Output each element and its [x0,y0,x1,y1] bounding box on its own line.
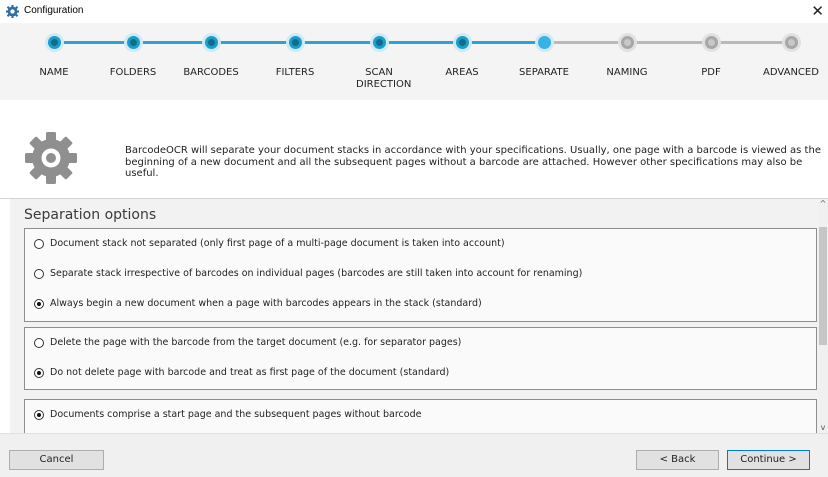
close-icon[interactable]: ✕ [811,2,824,20]
description-text: BarcodeOCR will separate your document s… [125,145,821,179]
option-no-separation[interactable]: Document stack not separated (only first… [34,238,505,249]
separation-mode-group: Document stack not separated (only first… [24,228,817,322]
option-label: Always begin a new document when a page … [50,298,482,309]
step-label: SEPARATE [519,67,569,78]
step-label: BARCODES [183,67,239,78]
option-label: Delete the page with the barcode from th… [50,337,462,348]
title-bar: Configuration ✕ [0,0,828,23]
gear-icon [25,132,77,184]
option-delete-barcode-page[interactable]: Delete the page with the barcode from th… [34,337,461,348]
scroll-thumb[interactable] [819,227,827,345]
step-dot [202,33,221,52]
step-label: NAMING [606,67,648,78]
option-separate-irrespective[interactable]: Separate stack irrespective of barcodes … [34,268,582,279]
step-dot [370,33,389,52]
radio-button-selected[interactable] [34,409,44,420]
separation-options-panel: Separation options Document stack not se… [10,199,818,433]
option-label: Do not delete page with barcode and trea… [50,367,450,378]
step-label: NAME [39,67,69,78]
step-dot [124,33,143,52]
step-label: FILTERS [275,67,315,78]
window-title: Configuration [24,5,84,16]
document-structure-group: Documents comprise a start page and the … [24,399,817,433]
step-dot [45,33,64,52]
barcode-page-group: Delete the page with the barcode from th… [24,327,817,390]
option-label: Document stack not separated (only first… [50,238,505,249]
gear-icon [6,5,19,18]
option-keep-barcode-page[interactable]: Do not delete page with barcode and trea… [34,367,449,378]
vertical-scrollbar[interactable]: ^ v [818,199,828,433]
radio-button-selected[interactable] [34,298,44,309]
option-new-document-on-barcode[interactable]: Always begin a new document when a page … [34,298,482,309]
step-label: SCAN DIRECTION [356,67,412,90]
continue-button[interactable]: Continue > [727,450,810,470]
footer-bar: Cancel < Back Continue > [0,433,828,477]
step-label: ADVANCED [763,67,819,78]
cancel-button[interactable]: Cancel [9,450,104,470]
step-label: FOLDERS [109,67,157,78]
step-label: PDF [701,67,721,78]
radio-button[interactable] [34,268,44,279]
step-dot [286,33,305,52]
progress-track-remaining [544,41,793,44]
step-dot [782,33,801,52]
scroll-up-icon[interactable]: ^ [818,199,828,209]
radio-button-selected[interactable] [34,367,44,378]
section-heading: Separation options [24,207,157,223]
wizard-steps: NAME FOLDERS BARCODES FILTERS SCAN DIREC… [0,23,828,100]
radio-button[interactable] [34,337,44,348]
back-button[interactable]: < Back [636,450,719,470]
step-dot [702,33,721,52]
radio-button[interactable] [34,238,44,249]
info-panel: BarcodeOCR will separate your document s… [0,100,828,198]
step-dot-current [535,33,554,52]
step-dot [453,33,472,52]
scroll-down-icon[interactable]: v [818,423,828,433]
option-start-page-documents[interactable]: Documents comprise a start page and the … [34,409,421,420]
option-label: Separate stack irrespective of barcodes … [50,268,583,279]
step-dot [618,33,637,52]
option-label: Documents comprise a start page and the … [50,409,422,420]
step-label: AREAS [445,67,479,78]
